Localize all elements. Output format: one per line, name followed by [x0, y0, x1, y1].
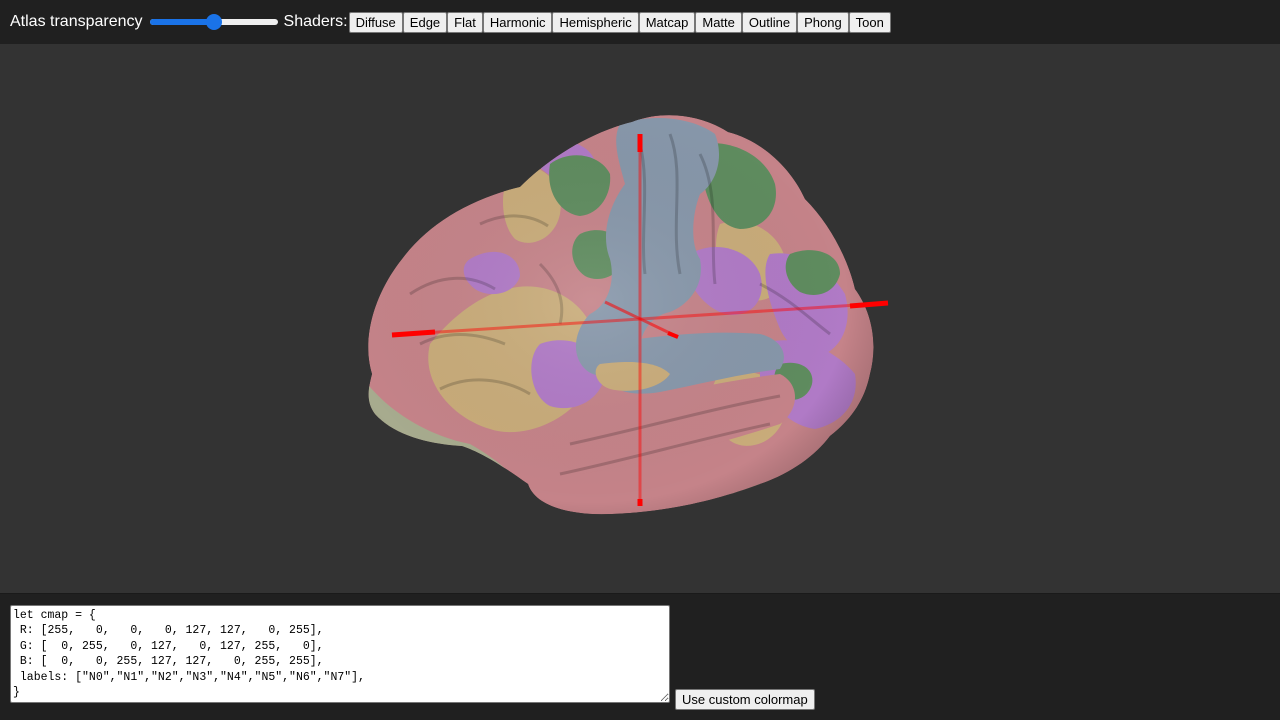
- colormap-panel: let cmap = { R: [255, 0, 0, 0, 127, 127,…: [0, 594, 1280, 720]
- brain-atlas: [368, 115, 874, 515]
- custom-colormap-textarea[interactable]: let cmap = { R: [255, 0, 0, 0, 127, 127,…: [10, 605, 670, 703]
- shader-diffuse-button[interactable]: Diffuse: [348, 11, 403, 33]
- atlas-transparency-label: Atlas transparency: [10, 13, 143, 30]
- slider-thumb[interactable]: [205, 14, 222, 30]
- shader-matcap-button[interactable]: Matcap: [638, 11, 696, 33]
- toolbar: Atlas transparency Shaders: Diffuse Edge…: [0, 0, 1280, 44]
- shader-harmonic-button[interactable]: Harmonic: [482, 11, 553, 33]
- atlas-transparency-slider[interactable]: [149, 14, 278, 30]
- slider-fill: [149, 19, 214, 25]
- 3d-viewer-canvas[interactable]: [0, 44, 1280, 594]
- brain-render[interactable]: [0, 44, 1280, 594]
- shader-matte-button[interactable]: Matte: [695, 11, 742, 33]
- shader-edge-button[interactable]: Edge: [402, 11, 448, 33]
- shader-hemispheric-button[interactable]: Hemispheric: [552, 11, 639, 33]
- shader-flat-button[interactable]: Flat: [447, 11, 483, 33]
- shader-outline-button[interactable]: Outline: [741, 11, 798, 33]
- use-custom-colormap-button[interactable]: Use custom colormap: [675, 689, 815, 710]
- shaders-label: Shaders:: [283, 13, 348, 30]
- shader-toon-button[interactable]: Toon: [848, 11, 891, 33]
- shader-button-group: Diffuse Edge Flat Harmonic Hemispheric M…: [348, 11, 891, 33]
- shader-phong-button[interactable]: Phong: [797, 11, 849, 33]
